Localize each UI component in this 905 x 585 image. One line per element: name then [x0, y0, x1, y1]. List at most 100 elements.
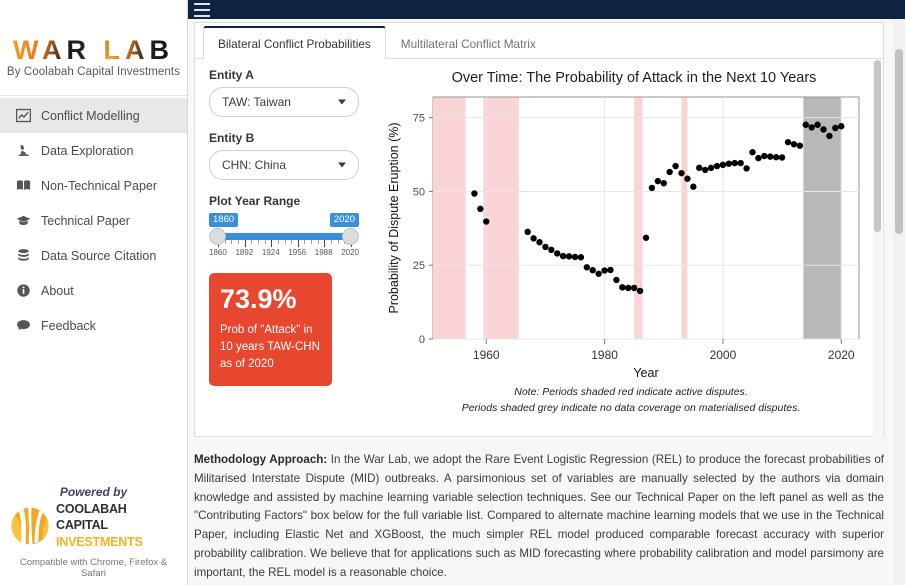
sidebar: WAR LAB By Coolabah Capital Investments …	[0, 0, 188, 585]
ytick-label: 75	[413, 113, 425, 125]
data-point	[672, 163, 678, 169]
main-content: Bilateral Conflict Probabilities Multila…	[188, 19, 893, 585]
chart-note: Note: Periods shaded red indicate active…	[385, 385, 877, 417]
data-point	[572, 254, 578, 260]
bilateral-panel: Bilateral Conflict Probabilities Multila…	[194, 22, 884, 437]
hamburger-icon[interactable]	[194, 3, 210, 17]
slider-tick-label: 1860	[209, 248, 227, 257]
coolabah-logo: COOLABAH CAPITAL INVESTMENTS	[10, 501, 177, 551]
data-point	[471, 190, 477, 196]
data-point	[755, 155, 761, 161]
slider-tick-label: 1892	[235, 248, 253, 257]
graduation-cap-icon	[15, 213, 31, 229]
ytick-label: 50	[413, 186, 425, 198]
data-point	[838, 123, 844, 129]
data-point	[548, 247, 554, 253]
sidebar-item-feedback[interactable]: Feedback	[0, 308, 187, 343]
chevron-down-icon	[338, 163, 346, 168]
data-point	[655, 178, 661, 184]
chart-line-icon	[15, 108, 31, 124]
sidebar-item-about[interactable]: About	[0, 273, 187, 308]
xtick-label: 2000	[710, 348, 737, 362]
shaded-region-dispute	[682, 98, 688, 339]
data-point	[578, 254, 584, 260]
sidebar-item-data-exploration[interactable]: Data Exploration	[0, 133, 187, 168]
chevron-down-icon	[338, 100, 346, 105]
sidebar-footer: Powered by COOLABAH CAPITAL INVESTMENTS	[0, 477, 187, 585]
slider-tick-label: 2020	[341, 248, 359, 257]
data-point	[737, 160, 743, 166]
sidebar-item-label: Data Source Citation	[41, 249, 156, 263]
data-point	[631, 285, 637, 291]
ytick-label: 0	[419, 334, 425, 346]
chart-note-line2: Periods shaded grey indicate no data cov…	[385, 401, 877, 417]
coolabah-wordmark: COOLABAH CAPITAL INVESTMENTS	[56, 501, 177, 551]
tab-bilateral-conflict-probabilities[interactable]: Bilateral Conflict Probabilities	[203, 26, 386, 59]
page-scrollbar[interactable]	[893, 19, 905, 585]
data-point	[542, 244, 548, 250]
slider-ticks	[218, 240, 351, 247]
data-point	[726, 160, 732, 166]
entity-a-select[interactable]: TAW: Taiwan	[209, 87, 359, 117]
sidebar-item-technical-paper[interactable]: Technical Paper	[0, 203, 187, 238]
sidebar-item-non-technical-paper[interactable]: Non-Technical Paper	[0, 168, 187, 203]
xtick-label: 2020	[828, 348, 855, 362]
info-circle-icon	[15, 283, 31, 299]
chart-container: Over Time: The Probability of Attack in …	[385, 67, 877, 432]
data-point	[773, 154, 779, 160]
data-point	[761, 153, 767, 159]
app-root: WAR LAB By Coolabah Capital Investments …	[0, 0, 905, 585]
plot-year-range-label: Plot Year Range	[209, 194, 374, 208]
data-point	[749, 149, 755, 155]
compatibility-note: Compatible with Chrome, Firefox & Safari	[10, 557, 177, 579]
data-point	[779, 154, 785, 160]
panel-scrollbar-thumb[interactable]	[874, 60, 881, 232]
logo-title: WAR LAB	[13, 36, 174, 64]
data-point	[696, 165, 702, 171]
slider-track[interactable]	[217, 233, 351, 240]
tab-multilateral-conflict-matrix[interactable]: Multilateral Conflict Matrix	[386, 27, 551, 59]
probability-stat-card: 73.9% Prob of "Attack" in 10 years TAW-C…	[209, 273, 332, 386]
entity-a-label: Entity A	[209, 68, 374, 82]
data-point	[826, 133, 832, 139]
data-point	[595, 271, 601, 277]
year-range-slider[interactable]: 1860 2020 186018921924195619882020	[209, 213, 359, 265]
panel-scrollbar[interactable]	[873, 60, 882, 437]
methodology-body: In the War Lab, we adopt the Rare Event …	[194, 453, 884, 579]
logo-subtitle: By Coolabah Capital Investments	[7, 66, 180, 78]
page-scrollbar-thumb[interactable]	[895, 49, 903, 234]
database-icon	[15, 248, 31, 264]
entity-a-value: TAW: Taiwan	[222, 95, 291, 109]
slider-handle-max[interactable]	[342, 228, 359, 245]
data-point	[477, 206, 483, 212]
chart-title: Over Time: The Probability of Attack in …	[391, 70, 877, 86]
data-point	[743, 165, 749, 171]
sidebar-item-label: Non-Technical Paper	[41, 179, 157, 193]
tab-label: Multilateral Conflict Matrix	[401, 37, 536, 51]
slider-handle-min[interactable]	[209, 228, 226, 245]
data-point	[832, 125, 838, 131]
data-point	[619, 284, 625, 290]
coolabah-line2: INVESTMENTS	[56, 535, 143, 549]
slider-tick-label: 1924	[262, 248, 280, 257]
entity-b-select[interactable]: CHN: China	[209, 150, 359, 180]
data-point	[785, 139, 791, 145]
data-point	[666, 169, 672, 175]
data-point	[530, 235, 536, 241]
methodology-paragraph: Methodology Approach: In the War Lab, we…	[194, 451, 884, 582]
sidebar-item-conflict-modelling[interactable]: Conflict Modelling	[0, 98, 187, 133]
sidebar-item-data-source-citation[interactable]: Data Source Citation	[0, 238, 187, 273]
data-point	[791, 141, 797, 147]
slider-tick-label: 1956	[288, 248, 306, 257]
book-icon	[15, 178, 31, 194]
comment-icon	[15, 318, 31, 334]
data-point	[678, 170, 684, 176]
sidebar-item-label: Feedback	[41, 319, 96, 333]
data-point	[601, 267, 607, 273]
data-point	[684, 176, 690, 182]
entity-b-value: CHN: China	[222, 158, 286, 172]
y-axis-label: Probability of Dispute Eruption (%)	[387, 122, 401, 313]
data-point	[590, 267, 596, 273]
sidebar-item-label: Technical Paper	[41, 214, 130, 228]
data-point	[643, 235, 649, 241]
